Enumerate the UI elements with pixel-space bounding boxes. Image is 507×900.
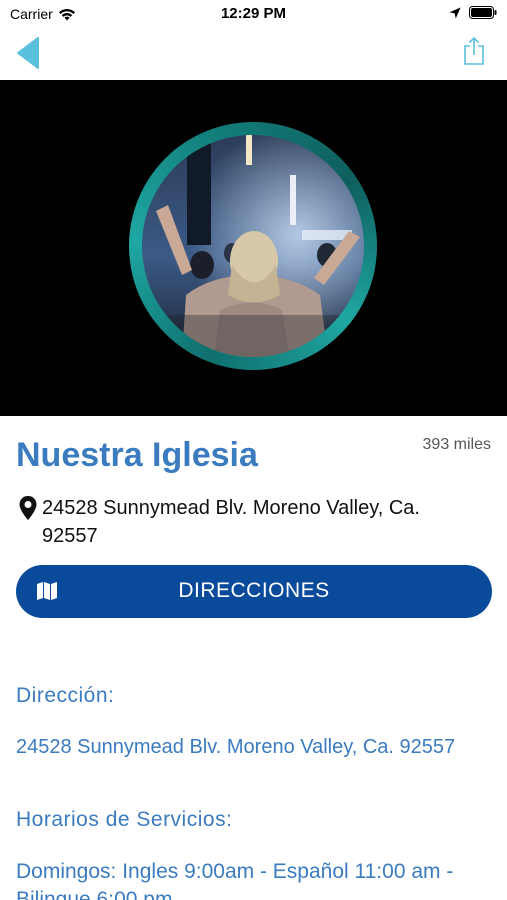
church-photo [142, 135, 364, 357]
address-row: 24528 Sunnymead Blv. Moreno Valley, Ca. … [18, 494, 458, 550]
location-arrow-icon [449, 7, 461, 18]
directions-label: DIRECCIONES [178, 579, 330, 602]
church-name: Nuestra Iglesia [16, 436, 258, 474]
hero-banner [0, 80, 507, 416]
directions-button[interactable]: DIRECCIONES [16, 565, 492, 618]
nav-bar [0, 28, 507, 80]
battery-icon [469, 6, 497, 19]
back-arrow-icon [17, 37, 39, 69]
share-button[interactable] [461, 36, 487, 66]
status-bar: Carrier 12:29 PM [0, 0, 507, 28]
back-button[interactable] [14, 34, 44, 72]
location-pin-icon [19, 496, 37, 520]
service-hours-detail: Domingos: Ingles 9:00am - Español 11:00 … [16, 860, 454, 900]
address-heading: Dirección: [16, 684, 115, 707]
share-icon [464, 36, 484, 65]
church-image-frame [129, 122, 377, 370]
address-text: 24528 Sunnymead Blv. Moreno Valley, Ca. … [42, 497, 420, 547]
distance-label: 393 miles [422, 436, 491, 453]
address-detail: 24528 Sunnymead Blv. Moreno Valley, Ca. … [16, 736, 456, 758]
status-time: 12:29 PM [220, 5, 287, 22]
status-right [449, 6, 497, 19]
service-hours-heading: Horarios de Servicios: [16, 808, 233, 831]
